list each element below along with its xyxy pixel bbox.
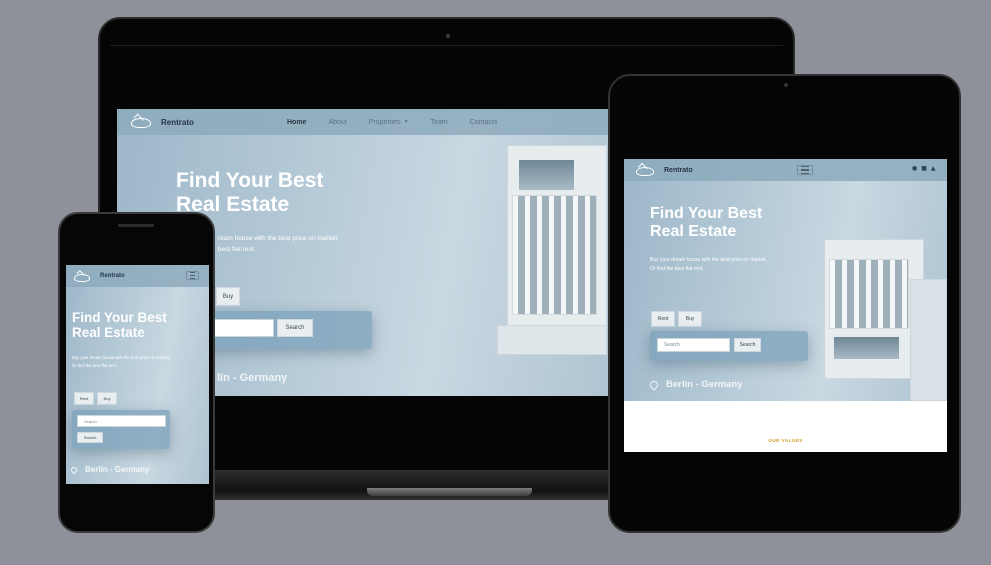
tablet-hero-subtitle-line2: Or find the best flat rent. xyxy=(650,266,704,272)
brand-name: Rentrato xyxy=(161,117,194,127)
tablet-hero-title: Find Your Best Real Estate xyxy=(650,205,762,241)
phone-hero-title-line1: Find Your Best xyxy=(72,310,167,325)
laptop-hero-title-line1: Find Your Best xyxy=(176,169,324,192)
phone-hero-title: Find Your Best Real Estate xyxy=(72,310,167,340)
hamburger-icon[interactable] xyxy=(797,165,813,175)
location-pin-icon xyxy=(648,378,660,391)
hamburger-icon[interactable] xyxy=(186,271,199,280)
laptop-nav-links: Home About Properties ▼ Team Contacts xyxy=(287,109,497,135)
user-icon[interactable]: ● xyxy=(912,165,917,172)
phone-logo[interactable]: Rentrato xyxy=(74,272,125,282)
phone-city-text: Berlin - Germany xyxy=(85,465,150,474)
laptop-hinge-notch xyxy=(367,488,532,496)
phone-search-input[interactable]: Search xyxy=(77,415,166,427)
logo-icon xyxy=(131,116,151,129)
laptop-buy-button[interactable]: Buy xyxy=(216,287,240,306)
brand-name: Rentrato xyxy=(664,166,693,174)
tablet-hero-title-line2: Real Estate xyxy=(650,222,737,240)
logo-icon xyxy=(74,272,90,282)
nav-item-home[interactable]: Home xyxy=(287,119,306,126)
tablet-screen: Rentrato ● ■ ▲ Find Your Best Real Estat… xyxy=(624,159,947,452)
nav-item-team[interactable]: Team xyxy=(431,119,448,126)
laptop-building-image xyxy=(497,135,617,396)
laptop-navbar: Rentrato Home About Properties ▼ Team Co… xyxy=(117,109,617,135)
tablet-hero-subtitle: Buy your dream house with the best price… xyxy=(650,256,767,274)
logo-icon xyxy=(636,165,654,176)
phone-rent-button[interactable]: Rent xyxy=(74,392,94,405)
tablet-city-label: Berlin - Germany xyxy=(648,378,743,391)
tablet-hero: Rentrato ● ■ ▲ Find Your Best Real Estat… xyxy=(624,159,947,401)
tablet-hero-subtitle-line1: Buy your dream house with the best price… xyxy=(650,257,768,263)
phone-navbar: Rentrato xyxy=(66,265,209,287)
nav-item-properties-label: Properties xyxy=(368,118,401,126)
laptop-camera xyxy=(446,34,450,38)
chevron-down-icon: ▼ xyxy=(403,119,409,125)
tablet-city-text: Berlin - Germany xyxy=(666,379,743,390)
tablet-hero-title-line1: Find Your Best xyxy=(650,205,763,222)
tablet-search-button[interactable]: Search xyxy=(734,338,761,352)
laptop-logo[interactable]: Rentrato xyxy=(131,116,194,129)
phone-hero-subtitle-line1: Buy your dream house with the best price… xyxy=(72,355,170,360)
cart-icon[interactable]: ■ xyxy=(921,165,927,172)
phone-device: Rentrato Find Your Best Real Estate Buy … xyxy=(58,212,215,533)
phone-search-button[interactable]: Search xyxy=(77,432,103,443)
phone-city-label: Berlin - Germany xyxy=(69,465,150,474)
laptop-hero-subtitle: ream house with the best price on market… xyxy=(218,233,339,255)
laptop-search-button[interactable]: Search xyxy=(277,319,313,337)
phone-hero-subtitle: Buy your dream house with the best price… xyxy=(72,354,170,370)
tablet-rent-button[interactable]: Rent xyxy=(651,311,675,327)
tablet-logo[interactable]: Rentrato xyxy=(636,165,693,176)
phone-hero-subtitle-line2: Or find the best flat rent. xyxy=(72,362,117,368)
laptop-city-label: lin - Germany xyxy=(217,372,288,384)
values-heading: OUR VALUES xyxy=(768,438,803,443)
phone-speaker xyxy=(118,224,154,227)
phone-buy-button[interactable]: Buy xyxy=(97,392,117,405)
brand-name: Rentrato xyxy=(100,273,125,279)
tablet-search-input[interactable]: Search xyxy=(657,338,730,352)
tablet-device: Rentrato ● ■ ▲ Find Your Best Real Estat… xyxy=(608,74,961,533)
tablet-camera xyxy=(784,83,788,87)
laptop-hero-title: Find Your Best Real Estate xyxy=(176,169,323,216)
bell-icon[interactable]: ▲ xyxy=(931,165,936,172)
laptop-hero-subtitle-line1: ream house with the best price on market… xyxy=(218,235,340,242)
phone-hero-title-line2: Real Estate xyxy=(72,325,145,341)
tablet-nav-icons: ● ■ ▲ xyxy=(912,165,936,172)
laptop-bezel-line xyxy=(110,45,783,46)
tablet-building-image xyxy=(814,219,947,401)
location-pin-icon xyxy=(69,465,79,474)
nav-item-about[interactable]: About xyxy=(328,119,346,126)
nav-item-properties[interactable]: Properties ▼ xyxy=(369,119,409,126)
tablet-navbar: Rentrato ● ■ ▲ xyxy=(624,159,947,181)
tablet-buy-button[interactable]: Buy xyxy=(678,311,702,327)
nav-item-contacts[interactable]: Contacts xyxy=(470,119,498,126)
phone-screen: Rentrato Find Your Best Real Estate Buy … xyxy=(66,265,209,484)
laptop-hero-subtitle-line2: best flat rent. xyxy=(218,246,256,254)
